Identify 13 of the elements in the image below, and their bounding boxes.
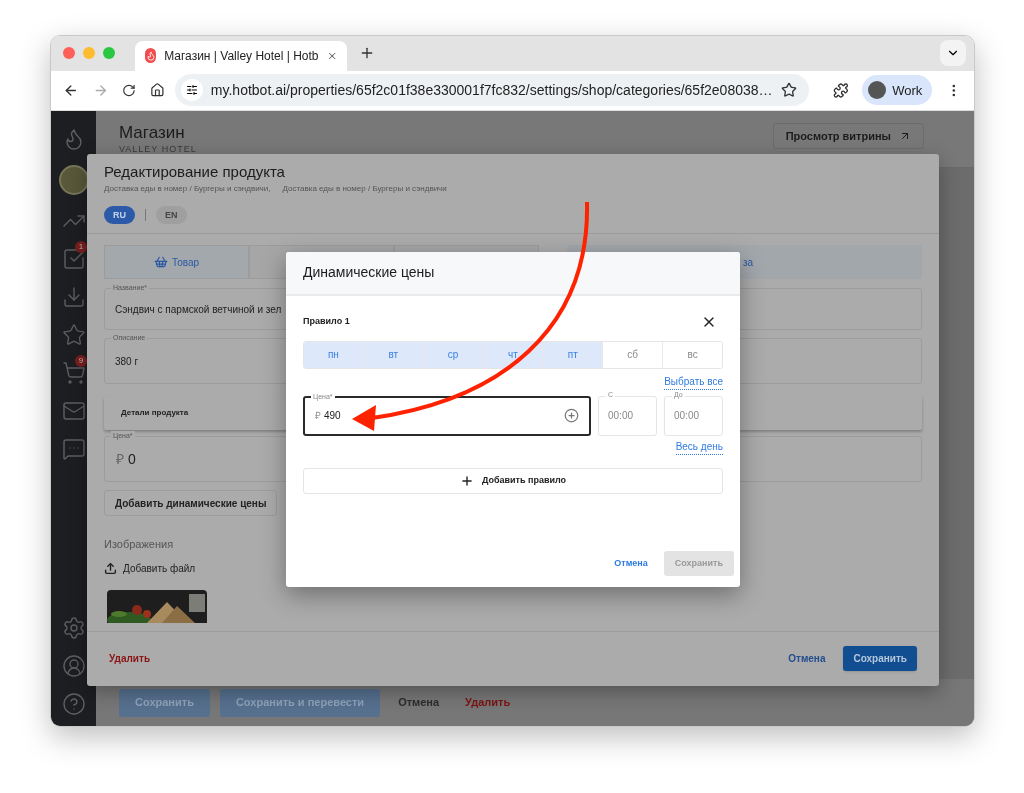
count-badge: 1 — [75, 240, 87, 253]
dialog-title: Динамические цены — [303, 263, 435, 283]
url-text: my.hotbot.ai/properties/65f2c01f38e330001f7fc832/settings/shop/categories/65f2e08038… — [210, 80, 773, 100]
count-badge: 9 — [75, 354, 87, 367]
tab-title: Магазин | Valley Hotel | Hotb — [164, 47, 319, 65]
price-value: 490 — [324, 409, 341, 424]
page-title: Магазин — [119, 122, 186, 143]
price-value: 0 — [128, 449, 136, 469]
currency-symbol: ₽ — [315, 409, 321, 424]
currency-symbol: ₽ — [116, 449, 124, 469]
images-label: Изображения — [104, 537, 175, 553]
rule-title: Правило 1 — [303, 315, 350, 329]
modal-title: Редактирование продукта — [104, 161, 286, 182]
